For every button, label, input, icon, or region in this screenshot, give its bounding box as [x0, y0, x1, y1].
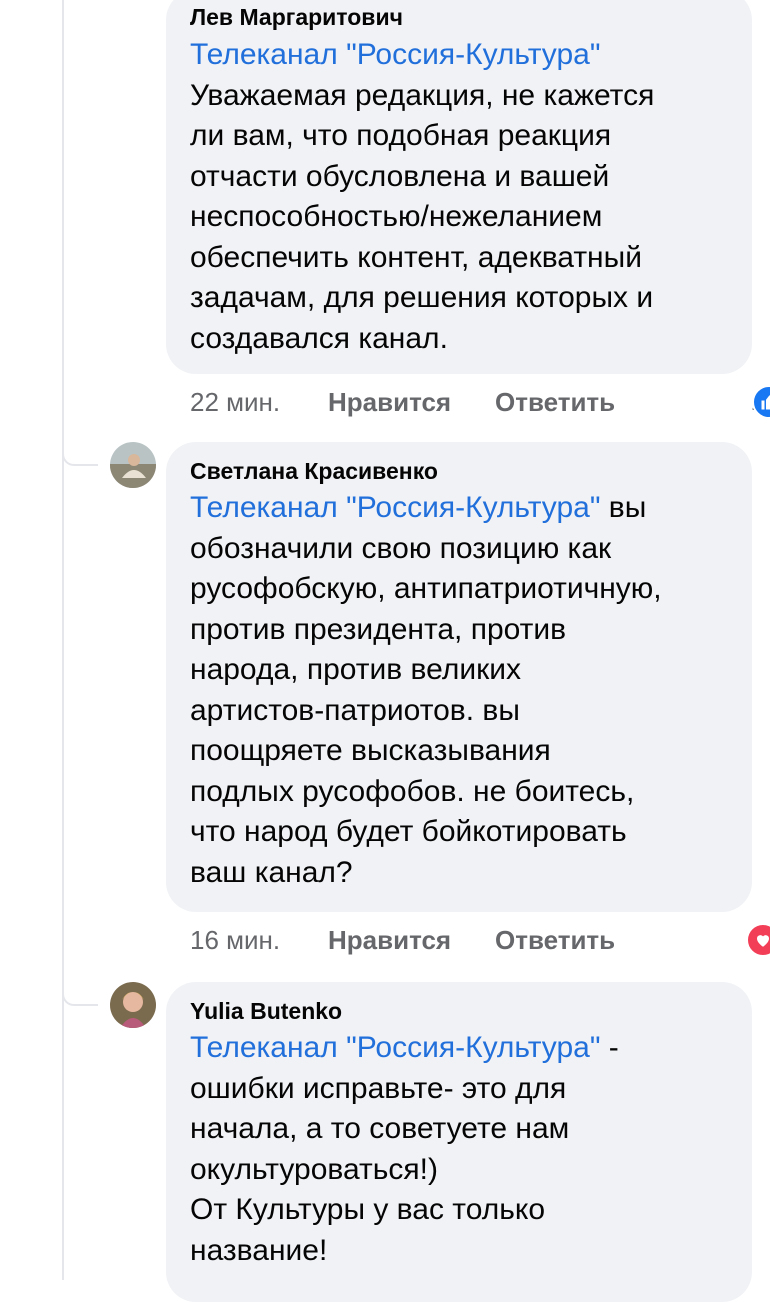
thread-line — [62, 0, 64, 1280]
thread-branch — [62, 440, 98, 466]
avatar[interactable] — [110, 442, 156, 488]
comment-meta: 22 мин. Нравится Ответить 4 — [190, 382, 770, 422]
comment-meta: 16 мин. Нравится Ответить 5 — [190, 920, 770, 960]
author-name[interactable]: Yulia Butenko — [190, 996, 728, 1026]
reply-button[interactable]: Ответить — [495, 382, 615, 422]
like-button[interactable]: Нравится — [328, 920, 451, 960]
comment-text: Телеканал "Россия-Культура" Уважаемая ре… — [190, 38, 655, 355]
love-icon — [746, 923, 770, 957]
mention-link[interactable]: Телеканал "Россия-Культура" — [190, 1031, 600, 1064]
mention-link[interactable]: Телеканал "Россия-Культура" — [190, 38, 600, 71]
mention-link[interactable]: Телеканал "Россия-Культура" — [190, 491, 600, 524]
thread-branch — [62, 980, 98, 1006]
timestamp[interactable]: 16 мин. — [190, 920, 280, 960]
reply-button[interactable]: Ответить — [495, 920, 615, 960]
avatar[interactable] — [110, 982, 156, 1028]
author-name[interactable]: Лев Маргаритович — [190, 2, 728, 32]
like-button[interactable]: Нравится — [328, 382, 451, 422]
author-name[interactable]: Светлана Красивенко — [190, 456, 728, 486]
comment-bubble: Лев Маргаритович Телеканал "Россия-Культ… — [166, 0, 752, 374]
comment-bubble: Yulia Butenko Телеканал "Россия-Культура… — [166, 982, 752, 1302]
comment-bubble: Светлана Красивенко Телеканал "Россия-Ку… — [166, 442, 752, 912]
comment-text: Телеканал "Россия-Культура" вы обозначил… — [190, 491, 662, 889]
comment-text: Телеканал "Россия-Культура" - ошибки исп… — [190, 1031, 619, 1267]
timestamp[interactable]: 22 мин. — [190, 382, 280, 422]
